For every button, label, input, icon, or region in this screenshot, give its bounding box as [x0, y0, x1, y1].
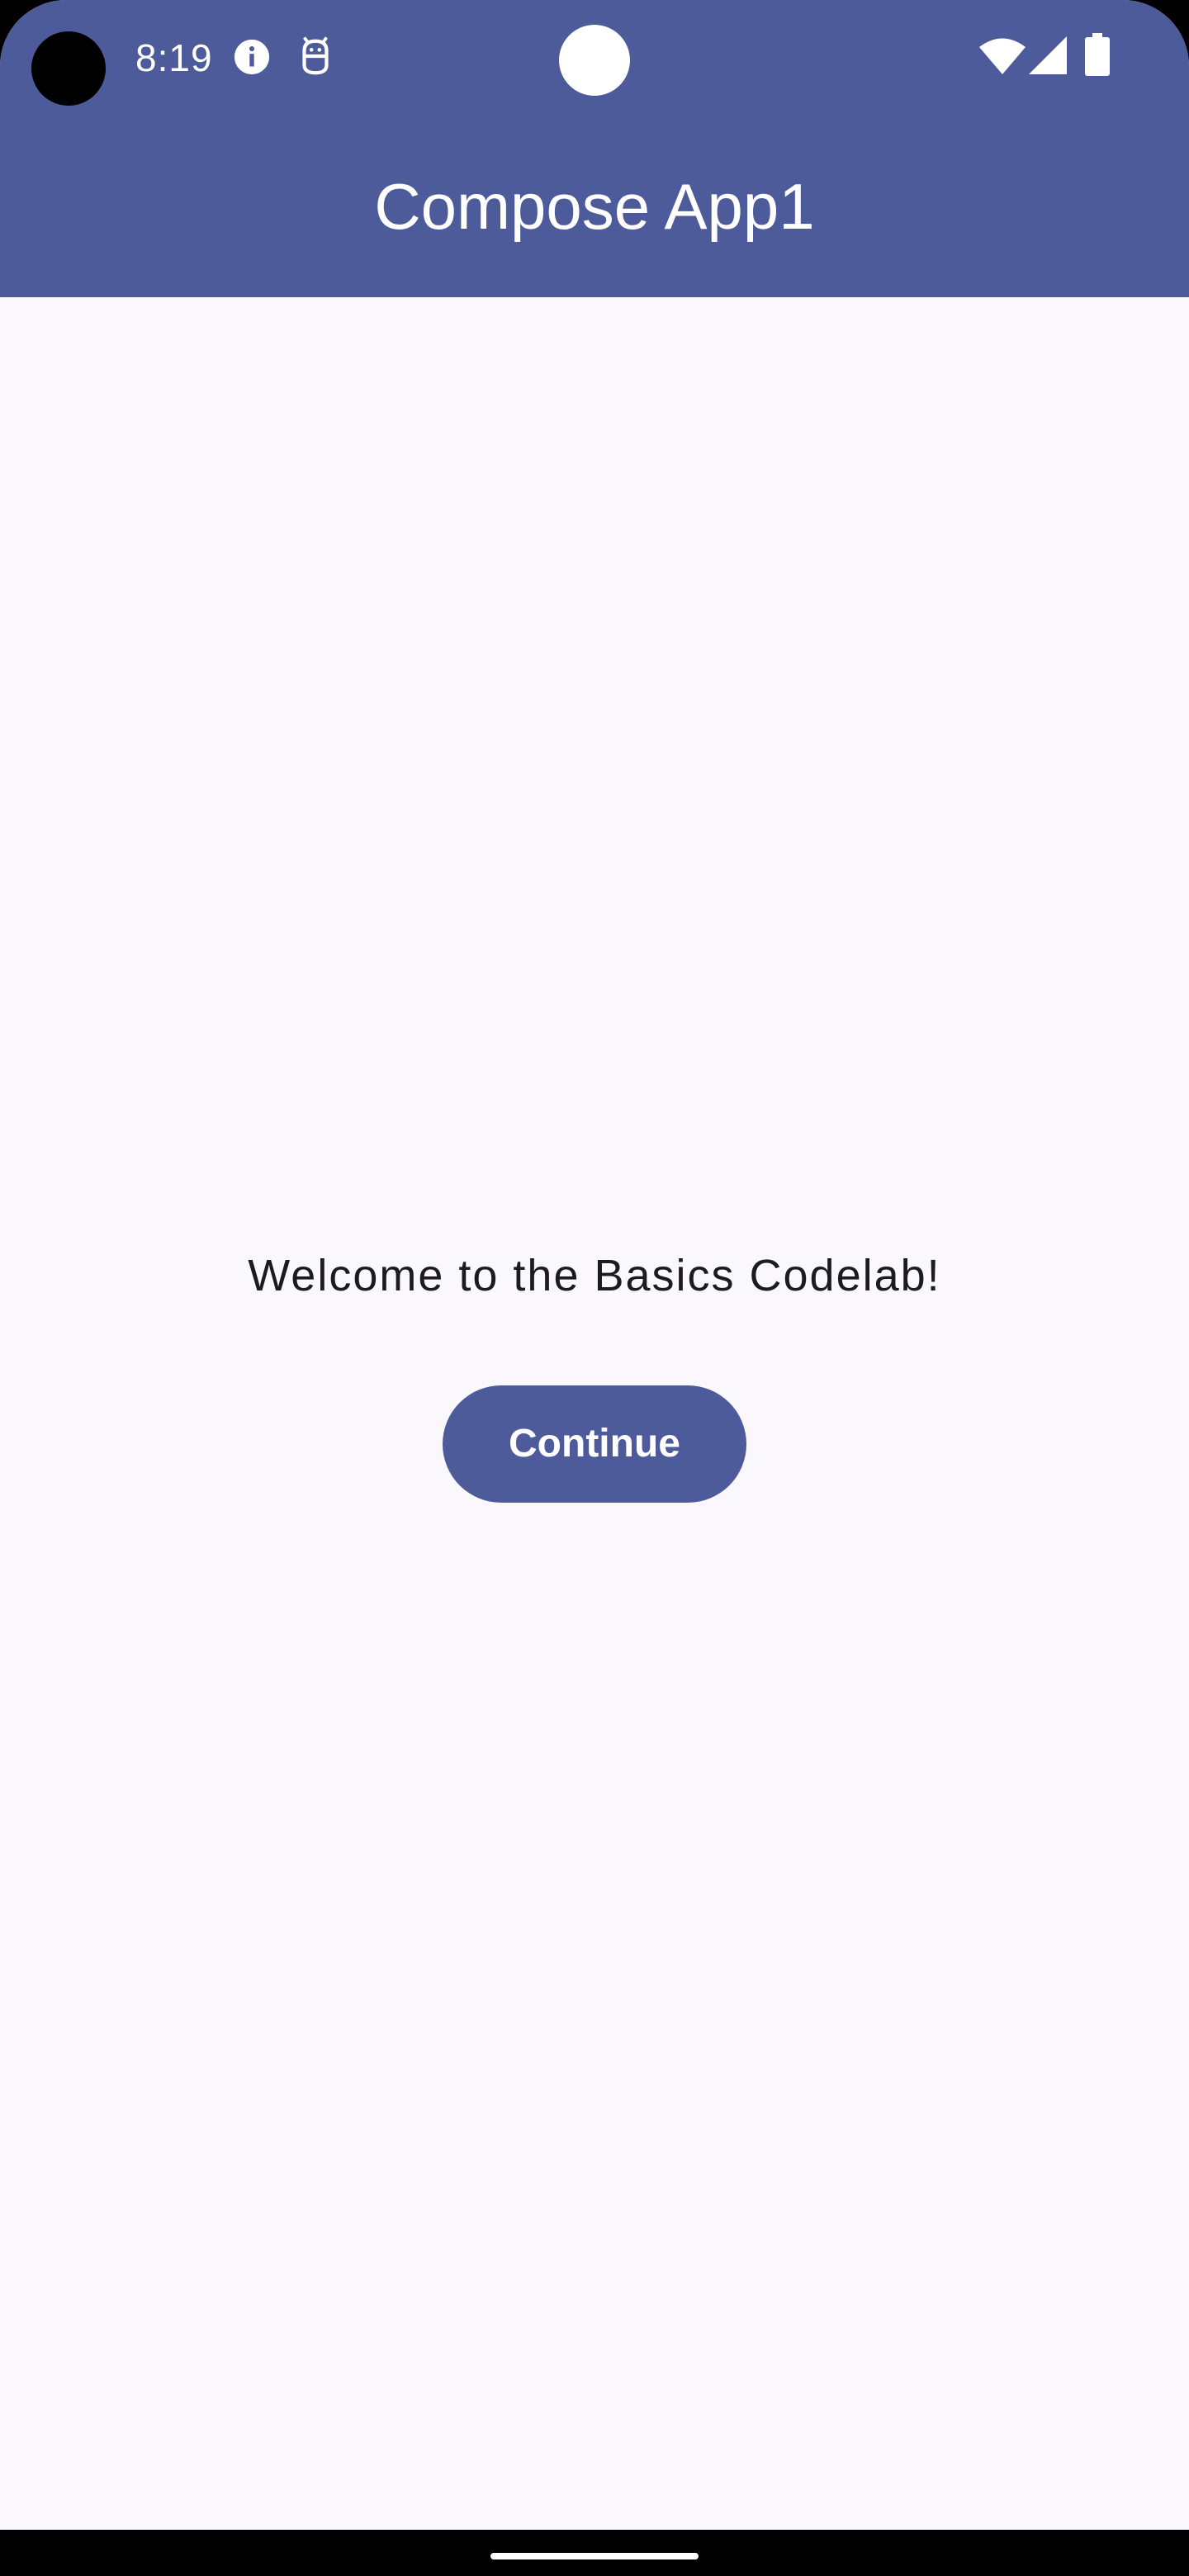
status-bar: 8:19 [0, 0, 1189, 116]
welcome-message: Welcome to the Basics Codelab! [248, 1251, 941, 1300]
camera-cutout [31, 31, 106, 106]
home-gesture-handle[interactable] [490, 2553, 699, 2559]
app-screen: 8:19 Compose App1 Welcome to the Basics … [0, 0, 1189, 2530]
signal-icon [1029, 36, 1067, 74]
navigation-bar [0, 2530, 1189, 2576]
status-time: 8:19 [135, 36, 213, 79]
debug-icon [302, 36, 329, 75]
app-title: Compose App1 [374, 170, 815, 243]
continue-button[interactable]: Continue [443, 1385, 746, 1503]
wifi-icon [979, 38, 1026, 74]
front-camera-dot [559, 25, 630, 96]
battery-icon [1085, 33, 1110, 76]
info-icon [234, 39, 270, 75]
top-app-bar: 8:19 Compose App1 [0, 0, 1189, 297]
